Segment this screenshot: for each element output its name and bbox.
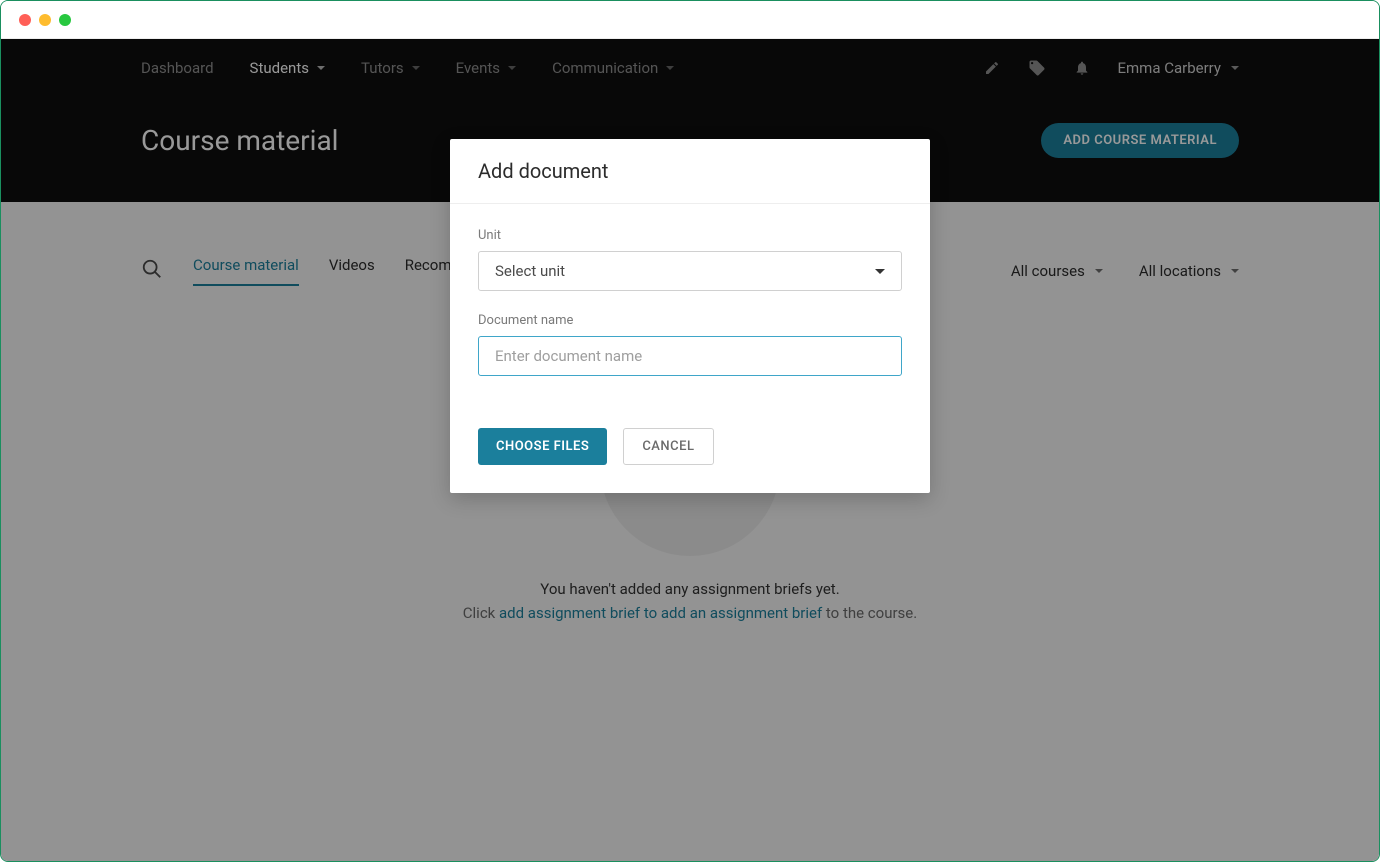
close-window-button[interactable]	[19, 14, 31, 26]
modal-title: Add document	[450, 139, 930, 204]
minimize-window-button[interactable]	[39, 14, 51, 26]
unit-select[interactable]: Select unit	[478, 251, 902, 291]
modal-overlay[interactable]: Add document Unit Select unit Document n…	[1, 39, 1379, 861]
chevron-down-icon	[875, 269, 885, 274]
maximize-window-button[interactable]	[59, 14, 71, 26]
unit-select-value: Select unit	[495, 262, 565, 280]
unit-label: Unit	[478, 228, 902, 243]
modal-footer: CHOOSE FILES CANCEL	[450, 428, 930, 493]
document-name-label: Document name	[478, 313, 902, 328]
document-name-input[interactable]	[478, 336, 902, 376]
cancel-button[interactable]: CANCEL	[623, 428, 713, 465]
title-bar	[1, 1, 1379, 39]
modal-body: Unit Select unit Document name	[450, 204, 930, 428]
window-frame: Dashboard Students Tutors Events	[0, 0, 1380, 862]
add-document-modal: Add document Unit Select unit Document n…	[450, 139, 930, 493]
unit-field-group: Unit Select unit	[478, 228, 902, 291]
choose-files-button[interactable]: CHOOSE FILES	[478, 428, 607, 465]
document-name-field-group: Document name	[478, 313, 902, 376]
